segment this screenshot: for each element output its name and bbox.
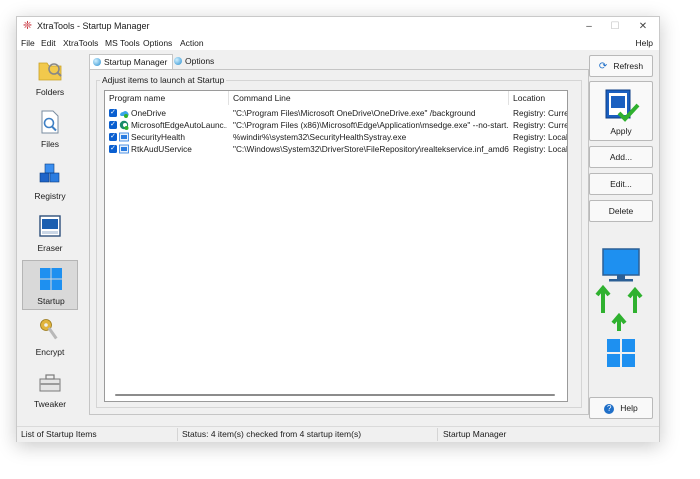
- tab-bullet-icon: [174, 57, 182, 65]
- table-row[interactable]: ✓ SecurityHealth %windir%\system32\Secur…: [105, 131, 567, 143]
- refresh-button[interactable]: ⟳ Refresh: [589, 55, 653, 77]
- cell-command: "C:\Program Files (x86)\Microsoft\Edge\A…: [233, 120, 509, 130]
- program-icon: [119, 132, 129, 142]
- sidebar-item-files[interactable]: Files: [22, 104, 78, 154]
- status-bar: List of Startup Items Status: 4 item(s) …: [17, 426, 659, 442]
- tab-label: Startup Manager: [104, 57, 168, 67]
- apply-document-check-icon: [605, 89, 640, 122]
- column-header-location[interactable]: Location: [509, 91, 567, 105]
- main-panel: Adjust items to launch at Startup Progra…: [89, 69, 589, 415]
- menu-action[interactable]: Action: [180, 38, 204, 48]
- cell-program: MicrosoftEdgeAutoLaunc...: [131, 120, 227, 130]
- cell-location: Registry: Local Machine: [513, 144, 567, 154]
- app-window: ❈ XtraTools - Startup Manager – ☐ ✕ File…: [16, 16, 660, 442]
- startup-illustration-icon: [595, 248, 643, 367]
- refresh-icon: ⟳: [598, 61, 608, 72]
- sidebar-label-tweaker: Tweaker: [33, 399, 67, 409]
- toolbox-icon: [39, 374, 61, 392]
- help-label: Help: [620, 403, 638, 413]
- sidebar: Folders Files Registry Eraser Startup En…: [22, 52, 78, 420]
- table-row[interactable]: ✓ MicrosoftEdgeAutoLaunc... "C:\Program …: [105, 119, 567, 131]
- menu-edit[interactable]: Edit: [41, 38, 56, 48]
- table-row[interactable]: ✓ RtkAudUService "C:\Windows\System32\Dr…: [105, 143, 567, 155]
- sidebar-label-startup: Startup: [37, 296, 65, 306]
- cell-program: OneDrive: [131, 108, 167, 118]
- cell-location: Registry: Current User: [513, 108, 567, 118]
- program-icon: [119, 120, 129, 130]
- row-checkbox[interactable]: ✓: [109, 109, 117, 117]
- refresh-label: Refresh: [613, 61, 644, 71]
- cell-command: "C:\Program Files\Microsoft OneDrive\One…: [233, 108, 476, 118]
- sidebar-label-encrypt: Encrypt: [35, 347, 65, 357]
- sidebar-item-encrypt[interactable]: Encrypt: [22, 312, 78, 362]
- program-icon: [120, 111, 129, 118]
- status-middle: Status: 4 item(s) checked from 4 startup…: [182, 429, 362, 439]
- status-right: Startup Manager: [443, 429, 507, 439]
- row-checkbox[interactable]: ✓: [109, 145, 117, 153]
- cell-command: "C:\Windows\System32\DriverStore\FileRep…: [233, 144, 509, 154]
- file-icon: [41, 110, 59, 134]
- app-logo-icon: ❈: [22, 20, 33, 32]
- help-button[interactable]: ? Help: [589, 397, 653, 419]
- tab-label: Options: [185, 56, 215, 66]
- sidebar-item-folders[interactable]: Folders: [22, 52, 78, 102]
- delete-button[interactable]: Delete: [589, 200, 653, 222]
- sidebar-label-files: Files: [41, 139, 59, 149]
- menu-file[interactable]: File: [21, 38, 35, 48]
- apply-button[interactable]: Apply: [589, 81, 653, 141]
- status-left: List of Startup Items: [21, 429, 97, 439]
- column-header-command[interactable]: Command Line: [229, 91, 509, 105]
- sidebar-label-folders: Folders: [35, 87, 65, 97]
- help-icon: ?: [604, 404, 615, 414]
- menu-ms-tools[interactable]: MS Tools: [105, 38, 140, 48]
- horizontal-scrollbar[interactable]: [115, 394, 555, 396]
- add-button[interactable]: Add...: [589, 146, 653, 168]
- startup-list[interactable]: Program name Command Line Location ✓ One…: [104, 90, 568, 402]
- group-label: Adjust items to launch at Startup: [100, 75, 227, 85]
- cell-location: Registry: Local Machine: [513, 132, 567, 142]
- close-button[interactable]: ✕: [629, 17, 657, 37]
- cell-program: SecurityHealth: [131, 132, 185, 142]
- sidebar-label-registry: Registry: [34, 191, 66, 201]
- registry-cubes-icon: [39, 163, 60, 183]
- cell-location: Registry: Current User: [513, 120, 567, 130]
- status-separator: [177, 428, 178, 441]
- program-icon: [119, 144, 129, 154]
- maximize-button[interactable]: ☐: [601, 17, 629, 37]
- apply-label: Apply: [610, 126, 632, 136]
- row-checkbox[interactable]: ✓: [109, 121, 117, 129]
- column-header-program[interactable]: Program name: [105, 91, 229, 105]
- sidebar-item-registry[interactable]: Registry: [22, 156, 78, 206]
- window-title: XtraTools - Startup Manager: [37, 21, 150, 31]
- tab-bullet-icon: [93, 58, 101, 66]
- windows-logo-icon: [40, 268, 62, 290]
- edit-button[interactable]: Edit...: [589, 173, 653, 195]
- menu-help[interactable]: Help: [636, 38, 653, 48]
- minimize-button[interactable]: –: [575, 17, 603, 37]
- key-icon: [40, 319, 58, 340]
- sidebar-item-startup[interactable]: Startup: [22, 260, 78, 310]
- menu-options[interactable]: Options: [143, 38, 172, 48]
- menu-xtratools[interactable]: XtraTools: [63, 38, 98, 48]
- cell-command: %windir%\system32\SecurityHealthSystray.…: [233, 132, 407, 142]
- sidebar-label-eraser: Eraser: [37, 243, 63, 253]
- cell-program: RtkAudUService: [131, 144, 192, 154]
- table-row[interactable]: ✓ OneDrive "C:\Program Files\Microsoft O…: [105, 107, 567, 119]
- status-separator: [437, 428, 438, 441]
- title-bar: ❈ XtraTools - Startup Manager – ☐ ✕: [17, 17, 659, 37]
- tab-options[interactable]: Options: [171, 54, 214, 68]
- tab-startup-manager[interactable]: Startup Manager: [89, 54, 174, 69]
- sidebar-item-eraser[interactable]: Eraser: [22, 208, 78, 258]
- folder-icon: [38, 62, 62, 81]
- row-checkbox[interactable]: ✓: [109, 133, 117, 141]
- eraser-icon: [39, 215, 61, 237]
- sidebar-item-tweaker[interactable]: Tweaker: [22, 364, 78, 414]
- menu-bar: File Edit XtraTools MS Tools Options Act…: [17, 37, 659, 50]
